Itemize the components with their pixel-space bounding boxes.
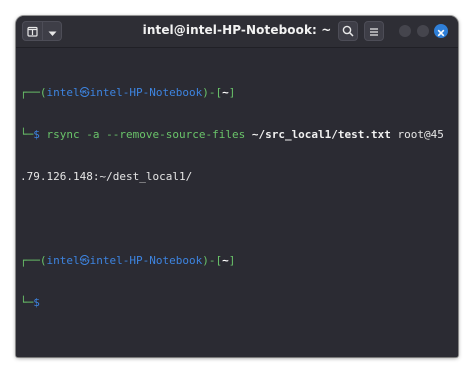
command-options: -a --remove-source-files (86, 128, 246, 141)
prompt-line: ┌──(intel㉿intel-HP-Notebook)-[~] (20, 254, 458, 268)
new-tab-icon (27, 22, 38, 41)
prompt-user: intel (46, 86, 80, 99)
search-icon (342, 22, 354, 41)
chevron-down-icon (48, 22, 57, 41)
prompt-bracket-end: ] (228, 254, 236, 267)
hamburger-menu-icon (369, 22, 379, 41)
command-name: rsync (46, 128, 80, 141)
terminal-output[interactable]: ┌──(intel㉿intel-HP-Notebook)-[~] └─$ rsy… (16, 48, 458, 357)
command-destination-continued: .79.126.148:~/dest_local1/ (20, 170, 193, 183)
prompt-line: ┌──(intel㉿intel-HP-Notebook)-[~] (20, 86, 458, 100)
prompt-dollar: $ (33, 296, 40, 309)
title-bar[interactable]: intel@intel-HP-Notebook: ~ (16, 16, 458, 48)
prompt-host: intel-HP-Notebook (89, 254, 203, 267)
minimize-button[interactable] (399, 25, 411, 37)
search-button[interactable] (338, 21, 358, 41)
prompt-dir: ~ (222, 86, 229, 99)
tab-button-group (22, 21, 62, 41)
prompt-corner-bottom: └─ (20, 128, 34, 141)
close-button[interactable] (434, 24, 448, 38)
prompt-dir: ~ (222, 254, 229, 267)
prompt-separator-icon: ㉿ (79, 256, 90, 267)
prompt-separator-icon: ㉿ (79, 88, 90, 99)
tab-menu-button[interactable] (43, 22, 62, 40)
window-title: intel@intel-HP-Notebook: ~ (142, 23, 332, 37)
new-tab-button[interactable] (23, 22, 43, 40)
prompt-bracket: )-[ (202, 254, 223, 267)
command-source-path: ~/src_local1/test.txt (251, 128, 391, 141)
terminal-window: intel@intel-HP-Notebook: ~ ┌──(intel㉿int… (16, 16, 458, 357)
prompt-bracket: )-[ (202, 86, 223, 99)
command-destination: root@45 (397, 128, 444, 141)
command-line-wrap: .79.126.148:~/dest_local1/ (20, 170, 458, 184)
prompt-host: intel-HP-Notebook (89, 86, 203, 99)
close-icon (437, 22, 445, 41)
prompt-bracket-end: ] (228, 86, 236, 99)
command-line: └─$ rsync -a --remove-source-files ~/src… (20, 128, 458, 142)
command-line: └─$ (20, 296, 458, 310)
prompt-user: intel (46, 254, 80, 267)
prompt-corner: ┌──( (20, 86, 47, 99)
menu-button[interactable] (364, 21, 384, 41)
prompt-corner: ┌──( (20, 254, 47, 267)
prompt-dollar: $ (33, 128, 40, 141)
prompt-corner-bottom: └─ (20, 296, 34, 309)
maximize-button[interactable] (417, 25, 429, 37)
